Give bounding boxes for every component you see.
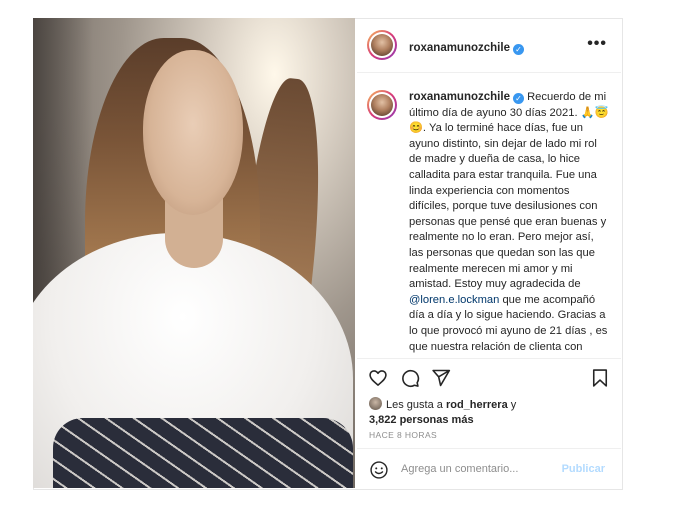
post-timestamp[interactable]: HACE 8 HORAS	[369, 430, 437, 440]
liked-by-username[interactable]: rod_herrera	[446, 399, 508, 411]
heart-icon[interactable]	[368, 368, 388, 388]
liker-avatar	[369, 397, 382, 410]
publish-button[interactable]: Publicar	[562, 463, 605, 475]
verified-badge-icon: ✓	[512, 44, 524, 55]
caption-mention-link[interactable]: @loren.e.lockman	[409, 294, 499, 306]
actions-divider	[357, 358, 621, 359]
likes-count[interactable]: 3,822 personas más	[369, 414, 474, 426]
likes-and: y	[507, 399, 517, 411]
comment-icon[interactable]	[400, 368, 420, 388]
share-icon[interactable]	[431, 368, 451, 388]
more-options-icon[interactable]: •••	[587, 35, 607, 53]
caption-avatar[interactable]	[367, 90, 397, 120]
header-divider	[357, 72, 621, 73]
caption-username[interactable]: roxanamunozchile	[409, 91, 510, 103]
comment-box: Agrega un comentario... Publicar	[357, 450, 619, 487]
photo-face	[143, 50, 243, 215]
bookmark-icon[interactable]	[590, 368, 610, 388]
caption-area: roxanamunozchile ✓ Recuerdo de mi último …	[357, 80, 619, 356]
profile-avatar[interactable]	[367, 30, 397, 60]
caption-text: Recuerdo de mi último día de ayuno 30 dí…	[409, 91, 609, 291]
comment-input[interactable]: Agrega un comentario...	[401, 463, 518, 475]
likes-summary: Les gusta a rod_herrera y 3,822 personas…	[369, 397, 619, 426]
caption-verified-badge-icon: ✓	[512, 93, 524, 104]
post-header: roxanamunozchile ✓ •••	[357, 27, 619, 63]
post-photo[interactable]	[33, 18, 355, 488]
photo-pants	[53, 418, 353, 488]
likes-prefix: Les gusta a	[386, 399, 446, 411]
action-bar	[357, 364, 619, 394]
comment-divider	[357, 448, 621, 449]
post-caption: roxanamunozchile ✓ Recuerdo de mi último …	[409, 90, 609, 356]
smile-icon[interactable]	[369, 460, 389, 480]
header-username[interactable]: roxanamunozchile	[409, 42, 510, 54]
